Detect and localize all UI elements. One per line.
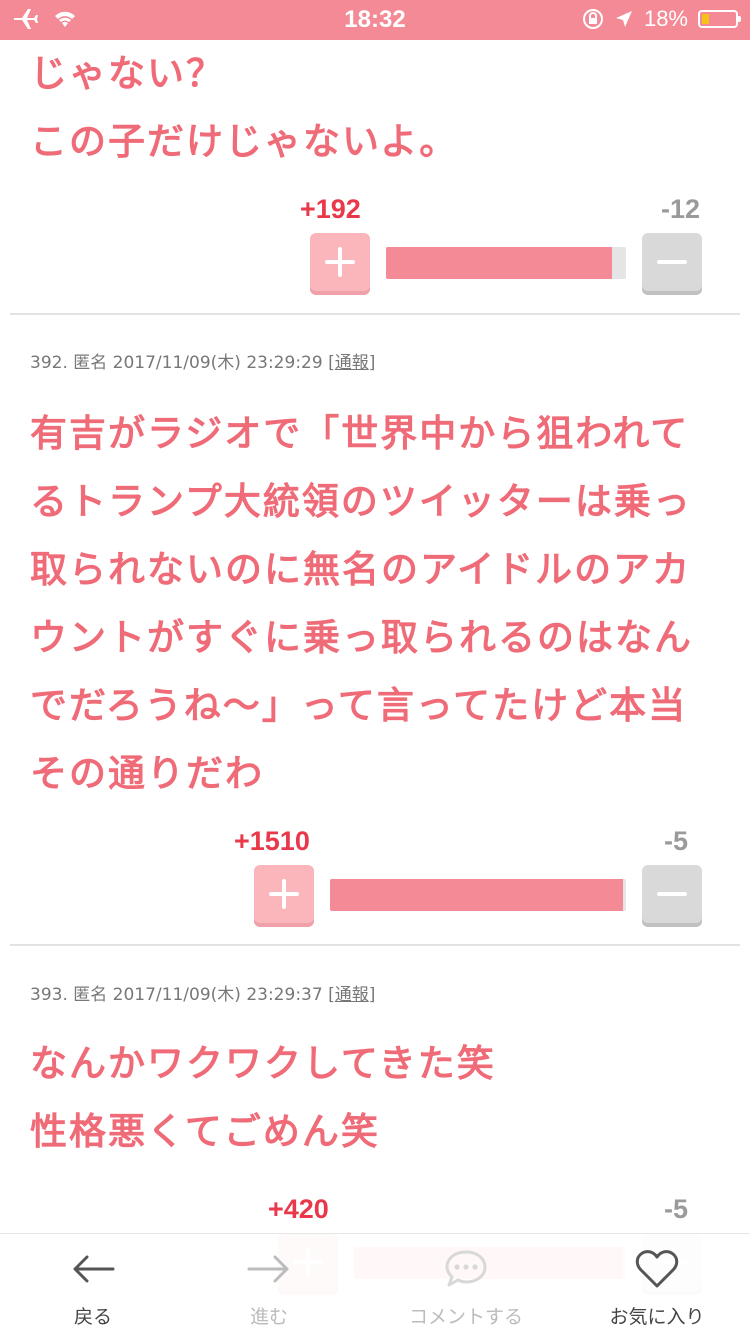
plus-vote-button[interactable] <box>310 233 370 291</box>
comment-meta: 392. 匿名 2017/11/09(木) 23:29:29 [通報] <box>30 353 376 373</box>
comment-label: コメントする <box>408 1306 523 1328</box>
vote-ratio-bar <box>386 247 626 279</box>
battery-percent: 18% <box>643 6 688 31</box>
plus-count: +1510 <box>234 826 310 856</box>
report-link[interactable]: 通報 <box>335 985 369 1005</box>
minus-vote-button[interactable] <box>642 865 702 923</box>
comment-body: じゃない？ この子だけじゃないよ。 <box>30 52 459 163</box>
forward-arrow-icon <box>247 1248 291 1290</box>
back-arrow-icon <box>71 1248 115 1290</box>
report-link[interactable]: 通報 <box>335 353 369 373</box>
minus-count: -12 <box>660 194 700 224</box>
divider <box>10 313 740 315</box>
forward-button[interactable]: 進む <box>194 1234 344 1334</box>
status-bar: 18:32 18% <box>0 0 750 40</box>
favorite-button[interactable]: お気に入り <box>582 1234 732 1334</box>
plus-count: +420 <box>268 1194 329 1224</box>
favorite-label: お気に入り <box>609 1306 705 1328</box>
orientation-lock-icon <box>582 9 603 29</box>
minus-count: -5 <box>663 1194 688 1224</box>
heart-icon <box>635 1248 679 1290</box>
back-button[interactable]: 戻る <box>18 1234 168 1334</box>
vote-ratio-fill <box>330 879 624 911</box>
divider <box>10 944 740 946</box>
comment-datetime: 2017/11/09(木) 23:29:37 <box>112 985 323 1005</box>
comment-number: 392. <box>30 353 68 373</box>
forward-label: 進む <box>249 1306 288 1328</box>
comment-meta: 393. 匿名 2017/11/09(木) 23:29:37 [通報] <box>30 985 376 1005</box>
comment-datetime: 2017/11/09(木) 23:29:29 <box>112 353 323 373</box>
minus-vote-button[interactable] <box>642 233 702 291</box>
minus-count: -5 <box>663 826 688 856</box>
speech-bubble-icon <box>444 1248 488 1290</box>
back-label: 戻る <box>73 1306 112 1328</box>
plus-vote-button[interactable] <box>254 865 314 923</box>
bottom-nav: 戻る 進む コメントする お気に入り <box>0 1233 750 1334</box>
comment-body: 有吉がラジオで「世界中から狙われて るトランプ大統領のツイッターは乗っ 取られな… <box>30 412 693 795</box>
plus-count: +192 <box>300 194 361 224</box>
vote-ratio-bar <box>330 879 626 911</box>
comment-body: なんかワクワクしてきた笑 性格悪くてごめん笑 <box>30 1042 496 1153</box>
battery-icon <box>698 10 741 28</box>
location-arrow-icon <box>615 11 632 27</box>
vote-ratio-fill <box>386 247 612 279</box>
comment-author: 匿名 <box>73 353 108 373</box>
comment-author: 匿名 <box>73 985 108 1005</box>
comment-number: 393. <box>30 985 68 1005</box>
comment-button[interactable]: コメントする <box>391 1234 541 1334</box>
status-right: 18% <box>582 6 741 32</box>
